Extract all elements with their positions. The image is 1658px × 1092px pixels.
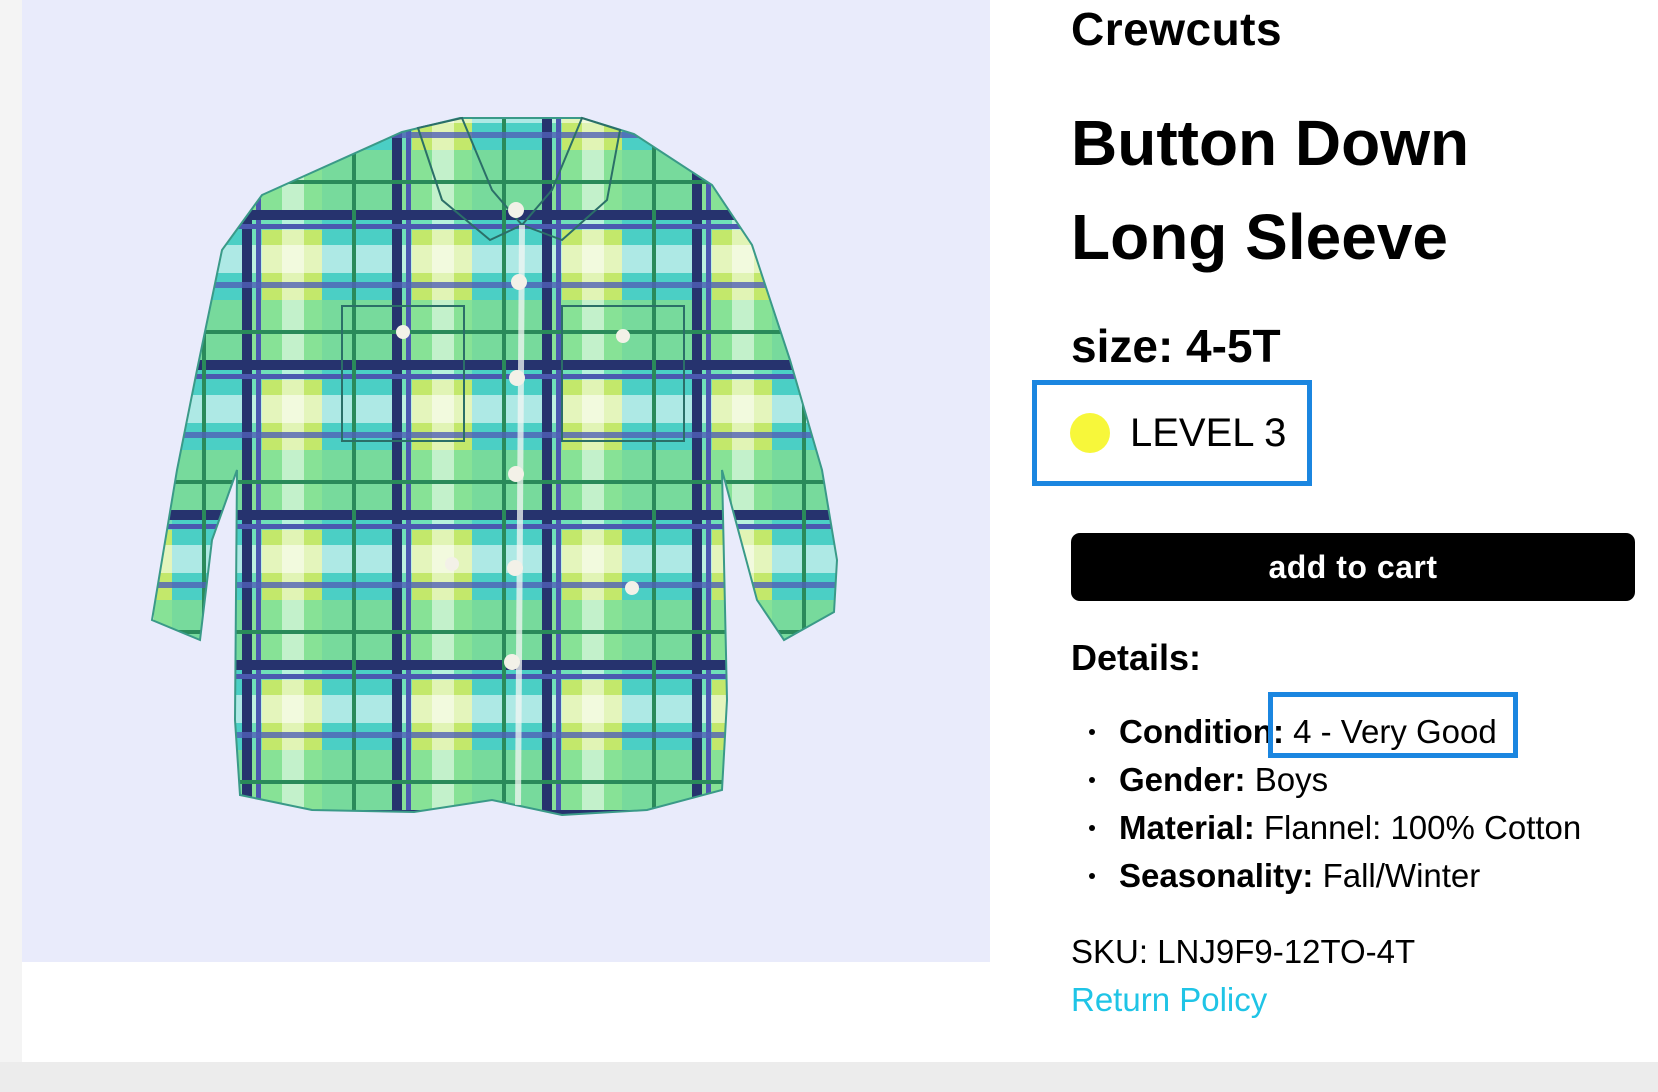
detail-item-seasonality: Seasonality: Fall/Winter: [1071, 852, 1631, 900]
brand-name: Crewcuts: [1071, 3, 1283, 55]
product-image[interactable]: [22, 0, 990, 962]
bullet-icon: [1089, 777, 1095, 783]
details-heading: Details:: [1071, 637, 1202, 678]
bullet-icon: [1089, 873, 1095, 879]
product-title: Button Down Long Sleeve: [1071, 107, 1470, 273]
sku-value: LNJ9F9-12TO-4T: [1157, 933, 1416, 970]
left-edge-strip: [0, 0, 22, 1092]
detail-item-condition: Condition: 4 - Very Good: [1071, 708, 1631, 756]
level-label: LEVEL 3: [1130, 410, 1287, 455]
level-highlight-box: LEVEL 3: [1032, 380, 1312, 486]
add-to-cart-button[interactable]: add to cart: [1071, 533, 1635, 601]
page-footer-band: [0, 1062, 1658, 1092]
detail-value: Flannel: 100% Cotton: [1254, 809, 1582, 846]
detail-label: Seasonality:: [1119, 857, 1314, 894]
size-value: 4-5T: [1186, 320, 1281, 372]
size-line: size: 4-5T: [1071, 318, 1281, 374]
detail-label: Material:: [1119, 809, 1255, 846]
bullet-icon: [1089, 729, 1095, 735]
return-policy-link[interactable]: Return Policy: [1071, 978, 1267, 1022]
details-list: Condition: 4 - Very Good Gender: Boys Ma…: [1071, 708, 1631, 900]
size-label: size:: [1071, 320, 1174, 372]
detail-label: Condition:: [1119, 713, 1284, 750]
sku-label: SKU:: [1071, 933, 1149, 970]
detail-item-gender: Gender: Boys: [1071, 756, 1631, 804]
detail-value: 4 - Very Good: [1283, 713, 1497, 750]
sku-line: SKU: LNJ9F9-12TO-4T: [1071, 930, 1415, 974]
detail-value: Boys: [1245, 761, 1329, 798]
detail-value: Fall/Winter: [1313, 857, 1481, 894]
level-dot-icon: [1070, 413, 1110, 453]
plaid-shirt-illustration: [150, 116, 839, 817]
detail-label: Gender:: [1119, 761, 1246, 798]
detail-item-material: Material: Flannel: 100% Cotton: [1071, 804, 1631, 852]
bullet-icon: [1089, 825, 1095, 831]
